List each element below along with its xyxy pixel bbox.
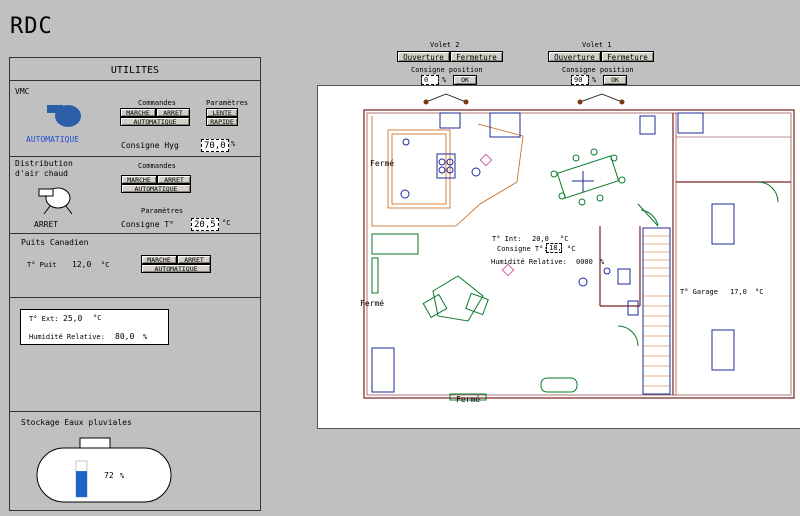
distribution-arret-button[interactable]: ARRET bbox=[157, 175, 191, 184]
consigne-plan-input[interactable]: 18, bbox=[546, 243, 562, 253]
ferme-label-kitchen: Fermé bbox=[370, 159, 395, 168]
hum-ext-unit: % bbox=[143, 333, 148, 341]
hum-plan-label: Humidité Relative: bbox=[491, 258, 567, 266]
stockage-level-unit: % bbox=[120, 472, 125, 480]
tint-unit: °C bbox=[560, 235, 569, 243]
volet2-ouverture-button[interactable]: Ouverture bbox=[397, 51, 450, 62]
consigne-plan-label: Consigne T°: bbox=[497, 245, 548, 253]
vmc-arret-button[interactable]: ARRET bbox=[156, 108, 190, 117]
puits-temp-value: 12,0 bbox=[72, 260, 92, 269]
text-label: T° Ext: bbox=[29, 315, 59, 323]
tint-value: 20,0 bbox=[532, 235, 549, 243]
puits-arret-button[interactable]: ARRET bbox=[177, 255, 211, 264]
hum-plan-unit: % bbox=[600, 258, 605, 266]
tint-label: T° Int: bbox=[492, 235, 522, 243]
volet1-ouverture-button[interactable]: Ouverture bbox=[548, 51, 601, 62]
distribution-commandes-label: Commandes bbox=[138, 162, 176, 170]
divider bbox=[10, 80, 260, 81]
divider bbox=[10, 411, 260, 412]
hum-ext-label: Humidité Relative: bbox=[29, 333, 105, 341]
distribution-consigne-label: Consigne T° bbox=[121, 220, 174, 229]
puits-automatique-button[interactable]: AUTOMATIQUE bbox=[141, 264, 211, 273]
puits-marche-button[interactable]: MARCHE bbox=[141, 255, 177, 264]
vmc-label: VMC bbox=[15, 87, 30, 96]
volet2-title: Volet 2 bbox=[430, 41, 460, 49]
distribution-marche-button[interactable]: MARCHE bbox=[121, 175, 157, 184]
volet1-consigne-label: Consigne position bbox=[562, 66, 634, 74]
volet1-title: Volet 1 bbox=[582, 41, 612, 49]
volet1-ok-button[interactable]: OK bbox=[603, 75, 627, 85]
text-value: 25,0 bbox=[63, 314, 83, 323]
distribution-consigne-unit: °C bbox=[222, 219, 231, 227]
distribution-status: ARRET bbox=[34, 220, 59, 229]
page-title: RDC bbox=[10, 14, 53, 39]
volet2-position-input[interactable]: 0 bbox=[421, 75, 439, 85]
distribution-label-1: Distribution bbox=[15, 159, 73, 168]
ferme-label-bottom: Fermé bbox=[456, 395, 481, 404]
distribution-parametres-label: Paramètres bbox=[141, 207, 184, 215]
vmc-parametres-label: Paramètres bbox=[206, 99, 249, 107]
divider bbox=[10, 233, 260, 234]
vmc-consigne-unit: % bbox=[231, 140, 236, 148]
volet2-unit: % bbox=[442, 76, 447, 84]
garage-unit: °C bbox=[755, 288, 764, 296]
volet1-fermeture-button[interactable]: Fermeture bbox=[601, 51, 654, 62]
vmc-lente-button[interactable]: LENTE bbox=[206, 108, 238, 117]
vmc-consigne-label: Consigne Hyg bbox=[121, 141, 179, 150]
garage-value: 17,0 bbox=[730, 288, 747, 296]
vmc-consigne-input[interactable]: 70,0 bbox=[201, 139, 229, 152]
hum-plan-value: 0000 bbox=[576, 258, 593, 266]
vmc-rapide-button[interactable]: RAPIDE bbox=[206, 117, 238, 126]
garage-label: T° Garage bbox=[680, 288, 718, 296]
puits-label: Puits Canadien bbox=[21, 238, 89, 247]
vmc-status: AUTOMATIQUE bbox=[26, 135, 79, 144]
puits-temp-unit: °C bbox=[101, 261, 110, 269]
text-unit: °C bbox=[93, 314, 102, 322]
floor-plan: Fermé Fermé Fermé T° Int: 20,0 °C Consig… bbox=[317, 85, 800, 429]
stockage-label: Stockage Eaux pluviales bbox=[21, 418, 132, 427]
puits-temp-label: T° Puit bbox=[27, 261, 57, 269]
volet1-unit: % bbox=[592, 76, 597, 84]
volet2-ok-button[interactable]: OK bbox=[453, 75, 477, 85]
ferme-label-living: Fermé bbox=[360, 299, 385, 308]
volet1-position-input[interactable]: 90 bbox=[571, 75, 589, 85]
vmc-commandes-label: Commandes bbox=[138, 99, 176, 107]
consigne-plan-unit: °C bbox=[567, 245, 576, 253]
volet2-consigne-label: Consigne position bbox=[411, 66, 483, 74]
volet2-fermeture-button[interactable]: Fermeture bbox=[450, 51, 503, 62]
distribution-automatique-button[interactable]: AUTOMATIQUE bbox=[121, 184, 191, 193]
fan-icon bbox=[47, 105, 81, 127]
hum-ext-value: 80,0 bbox=[115, 332, 135, 341]
blower-icon bbox=[38, 187, 73, 215]
utilites-title: UTILITES bbox=[110, 65, 160, 76]
utilites-panel: UTILITES VMC AUTOMATIQUE Commandes Param… bbox=[9, 57, 261, 511]
distribution-label-2: d'air chaud bbox=[15, 169, 68, 178]
divider bbox=[10, 156, 260, 157]
stockage-level-value: 72 bbox=[104, 471, 114, 480]
tank-level-bar bbox=[76, 471, 87, 497]
distribution-consigne-input[interactable]: 20,5 bbox=[191, 218, 219, 231]
vmc-automatique-button[interactable]: AUTOMATIQUE bbox=[120, 117, 190, 126]
divider bbox=[10, 297, 260, 298]
vmc-marche-button[interactable]: MARCHE bbox=[120, 108, 156, 117]
